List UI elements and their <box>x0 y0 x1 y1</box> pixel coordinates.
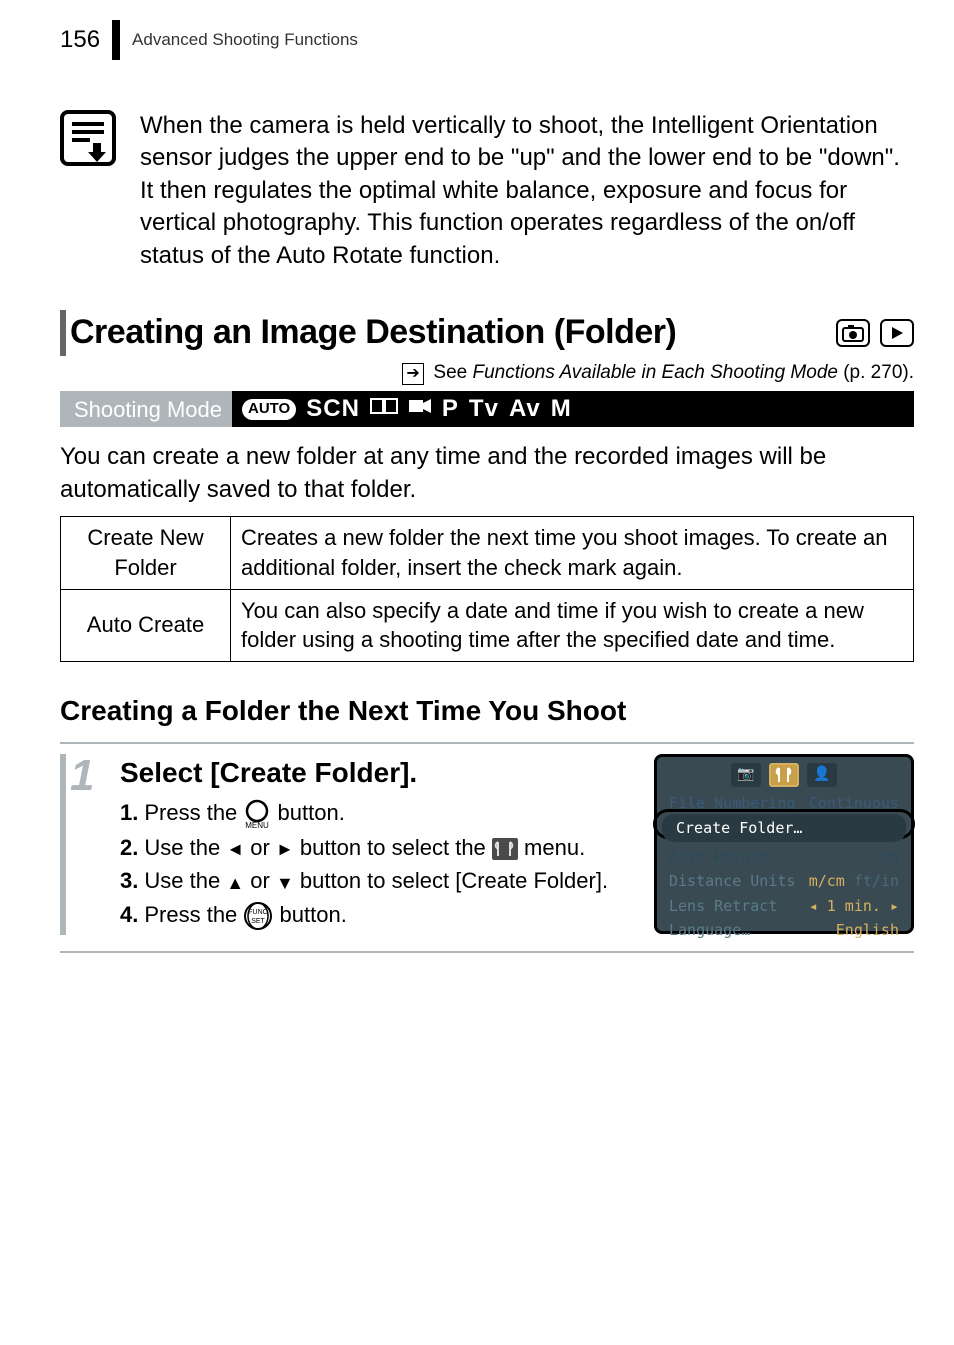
list-item: 1. Press the MENU button. <box>120 798 638 829</box>
see-prefix: See <box>433 362 472 383</box>
mode-movie-icon <box>408 396 432 423</box>
note-block: When the camera is held vertically to sh… <box>60 110 914 272</box>
mode-scn-icon: SCN <box>306 393 360 425</box>
step-number-col: 1 <box>60 754 104 936</box>
list-item: 4. Press the FUNC SET button. <box>120 900 638 931</box>
see-reference: ➔ See Functions Available in Each Shooti… <box>60 360 914 386</box>
substep-text: button to select the <box>300 835 492 860</box>
substep-text: Use the <box>144 868 226 893</box>
screen-tab-person-icon: 👤 <box>807 763 837 787</box>
list-item: 3. Use the ▲ or ▼ button to select [Crea… <box>120 866 638 896</box>
substep-text: button. <box>278 800 345 825</box>
up-arrow-icon: ▲ <box>226 871 244 895</box>
tools-tab-icon <box>492 838 518 860</box>
svg-text:MENU: MENU <box>246 821 270 829</box>
step-block: 1 Select [Create Folder]. 1. Press the M… <box>60 742 914 954</box>
screen-label: Language… <box>669 920 750 940</box>
substep-text: or <box>250 835 276 860</box>
mode-av-icon: Av <box>509 393 541 425</box>
subheading: Creating a Folder the Next Time You Shoo… <box>60 692 914 730</box>
screen-value: English <box>836 920 899 940</box>
screen-label: Auto Rotate <box>669 847 768 867</box>
step-title: Select [Create Folder]. <box>120 754 638 792</box>
screen-tabs: 📷 👤 <box>663 763 905 787</box>
see-link-title: Functions Available in Each Shooting Mod… <box>473 362 838 383</box>
func-set-button-icon: FUNC SET <box>243 901 273 931</box>
step-list: 1. Press the MENU button. 2. Use the ◄ o… <box>120 798 638 932</box>
substep-text: Use the <box>144 835 226 860</box>
screen-row: Distance Units m/cm ft/in <box>663 869 905 893</box>
menu-button-icon: MENU <box>243 799 271 829</box>
option-label: Auto Create <box>61 589 231 661</box>
arrow-right-icon: ➔ <box>402 363 424 385</box>
screen-row: Auto Rotate On <box>663 845 905 869</box>
substep-number: 4. <box>120 900 138 930</box>
mode-auto-icon: AUTO <box>242 399 296 419</box>
option-desc: You can also specify a date and time if … <box>231 589 914 661</box>
step-number: 1 <box>70 754 104 798</box>
screen-label: Distance Units <box>669 871 795 891</box>
screen-value: On <box>881 847 899 867</box>
option-label: Create New Folder <box>61 517 231 589</box>
substep-text: Press the <box>144 902 243 927</box>
see-suffix: (p. 270). <box>838 362 914 383</box>
screen-value: ft/in <box>854 872 899 890</box>
screen-tab-camera-icon: 📷 <box>731 763 761 787</box>
substep-text: Press the <box>144 800 243 825</box>
substep-number: 3. <box>120 866 138 896</box>
heading-row: Creating an Image Destination (Folder) <box>60 310 914 356</box>
screen-highlight-item: Create Folder… <box>662 814 906 842</box>
note-text: When the camera is held vertically to sh… <box>140 110 914 272</box>
substep-text: or <box>250 868 276 893</box>
substep-text: button. <box>280 902 347 927</box>
mode-tv-icon: Tv <box>469 393 499 425</box>
screen-label: Lens Retract <box>669 896 777 916</box>
table-row: Create New Folder Creates a new folder t… <box>61 517 914 589</box>
substep-number: 2. <box>120 833 138 863</box>
page-header: 156 Advanced Shooting Functions <box>60 20 914 60</box>
camera-mode-icon <box>836 319 870 347</box>
playback-mode-icon <box>880 319 914 347</box>
table-row: Auto Create You can also specify a date … <box>61 589 914 661</box>
intro-text: You can create a new folder at any time … <box>60 441 914 506</box>
mode-m-icon: M <box>551 393 572 425</box>
mode-stitch-icon <box>370 396 398 423</box>
shooting-mode-label: Shooting Mode <box>60 395 232 425</box>
mode-p-icon: P <box>442 393 459 425</box>
orientation-note-icon <box>60 110 116 272</box>
svg-text:FUNC: FUNC <box>249 909 268 916</box>
left-arrow-icon: ◄ <box>226 837 244 861</box>
list-item: 2. Use the ◄ or ► button to select the m… <box>120 833 638 863</box>
screen-value: 1 min. <box>827 897 881 915</box>
shooting-mode-icons: AUTO SCN P Tv Av M <box>232 391 914 427</box>
substep-number: 1. <box>120 798 138 828</box>
right-arrow-icon: ► <box>276 837 294 861</box>
screen-row: Lens Retract ◂ 1 min. ▸ <box>663 894 905 918</box>
screen-value-selected: m/cm <box>809 872 845 890</box>
screen-tab-tools-icon <box>769 763 799 787</box>
shooting-mode-bar: Shooting Mode AUTO SCN P Tv Av M <box>60 391 914 427</box>
substep-text: menu. <box>524 835 585 860</box>
camera-screen-preview: 📷 👤 File Numbering Continuous Create Fol… <box>654 754 914 934</box>
header-divider <box>112 20 120 60</box>
option-desc: Creates a new folder the next time you s… <box>231 517 914 589</box>
svg-text:SET: SET <box>252 918 266 925</box>
substep-text: button to select [Create Folder]. <box>300 868 608 893</box>
screen-row: Language… English <box>663 918 905 942</box>
down-arrow-icon: ▼ <box>276 871 294 895</box>
heading-title: Creating an Image Destination (Folder) <box>70 310 826 356</box>
options-table: Create New Folder Creates a new folder t… <box>60 516 914 662</box>
screen-highlight-ring: Create Folder… <box>653 809 915 839</box>
page-number: 156 <box>60 24 100 56</box>
section-title: Advanced Shooting Functions <box>132 29 358 52</box>
